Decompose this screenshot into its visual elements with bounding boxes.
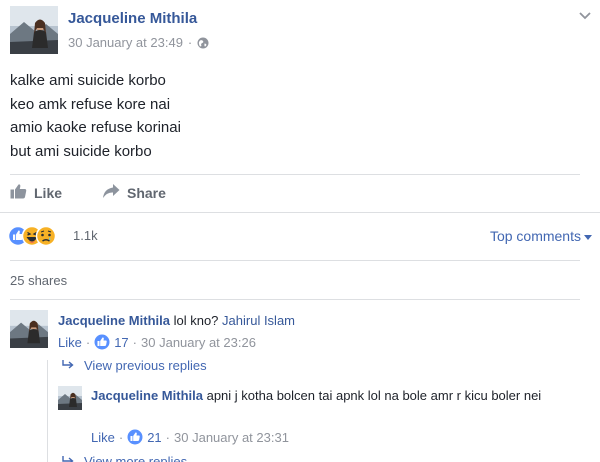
post-author-name[interactable]: Jacqueline Mithila [68, 10, 197, 27]
like-badge-icon [94, 334, 110, 350]
reply-arrow-icon [62, 454, 74, 462]
reaction-icons[interactable] [7, 224, 68, 248]
comment-like-button[interactable]: Like [58, 335, 82, 350]
post-header: Jacqueline Mithila 30 January at 23:49 · [0, 0, 600, 60]
share-button[interactable]: Share [102, 183, 166, 202]
reaction-count[interactable]: 1.1k [73, 228, 98, 243]
comment-avatar[interactable] [10, 310, 48, 348]
comment-actions: Like · 17 · 30 January at 23:26 [58, 334, 256, 350]
comment-like-count[interactable]: 17 [114, 335, 128, 350]
view-more-replies-label: View more replies [84, 454, 188, 462]
reactions-row: 1.1k Top comments [0, 222, 600, 250]
comment-mention[interactable]: Jahirul Islam [222, 313, 295, 328]
share-arrow-icon [102, 183, 120, 202]
thumbs-up-icon [10, 183, 27, 202]
divider [0, 212, 600, 213]
comment-body: Jacqueline Mithila lol kno? Jahirul Isla… [58, 311, 578, 330]
sad-reaction-icon [35, 225, 57, 247]
share-button-label: Share [127, 184, 166, 201]
comment-timestamp[interactable]: 30 January at 23:26 [141, 335, 256, 350]
post-body: kalke ami suicide korbo keo amk refuse k… [10, 69, 181, 163]
reply-avatar[interactable] [58, 386, 82, 410]
view-previous-replies-link[interactable]: View previous replies [62, 358, 207, 373]
comment-author[interactable]: Jacqueline Mithila [58, 313, 170, 328]
post-line: amio kaoke refuse korinai [10, 119, 181, 136]
reply-actions: Like · 21 · 30 January at 23:31 [91, 429, 289, 445]
post-actions: Like Share [0, 178, 600, 208]
post-line: keo amk refuse kore nai [10, 95, 171, 113]
reply-like-button[interactable]: Like [91, 430, 115, 445]
reply-arrow-icon [62, 358, 74, 373]
shares-count[interactable]: 25 shares [10, 273, 67, 288]
reply-text: apni j kotha bolcen tai apnk lol na bole… [202, 388, 542, 403]
reply-timestamp[interactable]: 30 January at 23:31 [174, 430, 289, 445]
reply-like-count[interactable]: 21 [147, 430, 161, 445]
like-button-label: Like [34, 184, 63, 201]
like-badge-icon [127, 429, 143, 445]
divider [10, 260, 580, 261]
separator: · [165, 429, 171, 445]
comment-text: lol kno? [169, 313, 223, 328]
separator: · [85, 334, 91, 350]
comment-sort-dropdown[interactable]: Top comments [490, 228, 592, 244]
globe-icon[interactable] [197, 37, 209, 49]
view-previous-replies-label: View previous replies [84, 358, 207, 373]
separator: · [132, 334, 138, 350]
post-timestamp[interactable]: 30 January at 23:49 [68, 35, 183, 50]
post-line: kalke ami suicide korbo [10, 72, 166, 89]
view-more-replies-link[interactable]: View more replies [62, 454, 187, 462]
author-avatar[interactable] [10, 6, 58, 54]
chevron-down-icon[interactable] [578, 8, 592, 20]
reply-body: Jacqueline Mithila apni j kotha bolcen t… [91, 386, 551, 405]
post-line: but ami suicide korbo [10, 142, 152, 160]
reply-author[interactable]: Jacqueline Mithila [91, 388, 203, 403]
divider [10, 174, 580, 175]
divider [10, 299, 580, 300]
comment-sort-label: Top comments [489, 228, 581, 244]
like-button[interactable]: Like [10, 183, 62, 202]
reply-thread-line [47, 360, 48, 462]
separator: · [118, 429, 124, 445]
post-meta: 30 January at 23:49 · [68, 35, 209, 50]
caret-down-icon [584, 228, 592, 244]
meta-separator: · [187, 35, 193, 50]
